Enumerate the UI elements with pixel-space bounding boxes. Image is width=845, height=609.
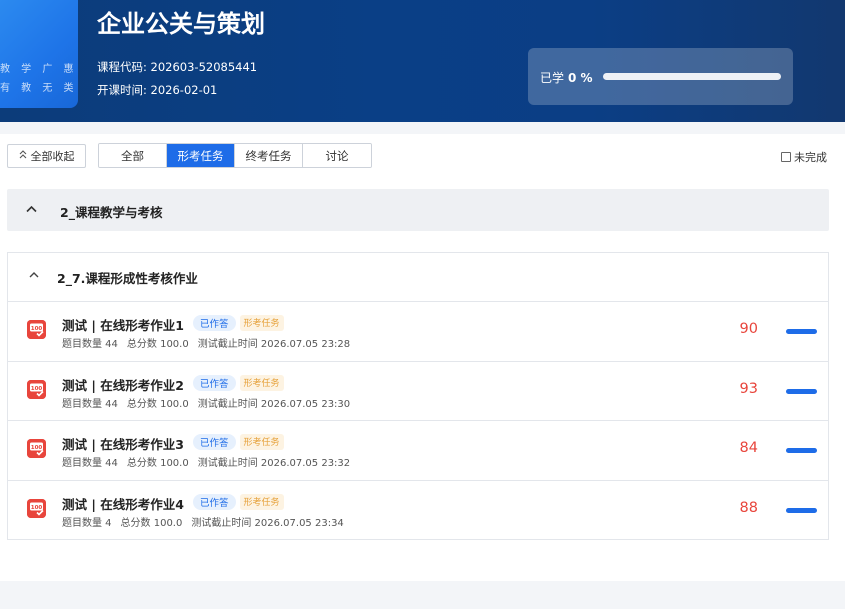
unfinished-filter[interactable]: 未完成	[781, 149, 827, 165]
svg-text:100: 100	[31, 326, 43, 332]
type-badge: 形考任务	[239, 434, 284, 450]
double-chevron-up-icon	[19, 150, 27, 162]
progress-bar	[603, 73, 781, 80]
task-title[interactable]: 测试 | 在线形考作业1	[62, 315, 184, 334]
quiz-100-icon: 100	[27, 320, 46, 339]
task-badges: 已作答 形考任务	[193, 315, 284, 331]
deadline: 测试截止时间 2026.07.05 23:30	[197, 398, 351, 410]
task-type-tabs: 全部 形考任务 终考任务 讨论	[98, 143, 372, 168]
quiz-100-icon: 100	[27, 498, 46, 518]
task-meta: 题目数量 4 总分数 100.0 测试截止时间 2026.07.05 23:34	[62, 514, 344, 529]
task-title[interactable]: 测试 | 在线形考作业3	[62, 434, 184, 453]
svg-text:100: 100	[31, 505, 43, 511]
content-panel: 全部收起 全部 形考任务 终考任务 讨论 未完成 2_课程教学与考核 2_7.课…	[0, 134, 845, 581]
course-code: 课程代码: 202603-52085441	[97, 60, 258, 74]
progress-label: 已学 0 %	[540, 69, 593, 86]
quiz-100-icon: 100	[27, 439, 46, 458]
task-score: 88	[739, 499, 758, 516]
question-count: 题目数量 4	[62, 517, 112, 529]
task-badges: 已作答 形考任务	[193, 434, 284, 450]
cover-text-line1: 教 学 广 惠	[0, 64, 78, 75]
task-row[interactable]: 100 测试 | 在线形考作业4 已作答 形考任务 题目数量 4 总分数 100.…	[8, 481, 828, 541]
score-bar	[786, 507, 817, 513]
score-bar	[786, 448, 817, 453]
section-title: 2_课程教学与考核	[60, 205, 163, 220]
tab-all[interactable]: 全部	[99, 144, 167, 167]
total-score: 总分数 100.0	[126, 398, 189, 410]
course-title: 企业公关与策划	[97, 10, 265, 38]
chevron-up-icon	[29, 270, 39, 281]
total-score: 总分数 100.0	[120, 517, 183, 529]
course-banner: 教 学 广 惠 有 教 无 类 企业公关与策划 课程代码: 202603-520…	[0, 0, 845, 122]
task-list: 100 测试 | 在线形考作业1 已作答 形考任务 题目数量 44 总分数 100…	[8, 302, 828, 540]
question-count: 题目数量 44	[62, 458, 118, 469]
question-count: 题目数量 44	[62, 398, 118, 410]
subsection-header[interactable]: 2_7.课程形成性考核作业	[8, 253, 828, 302]
task-badges: 已作答 形考任务	[193, 374, 284, 391]
total-score: 总分数 100.0	[126, 339, 189, 350]
status-badge: 已作答	[193, 434, 236, 450]
cover-text-line2: 有 教 无 类	[0, 83, 78, 94]
tab-formative-tasks[interactable]: 形考任务	[167, 144, 235, 167]
subsection-box: 2_7.课程形成性考核作业 100 测试 | 在线形考作业1 已作答 形考任务 …	[7, 252, 829, 540]
status-badge: 已作答	[193, 493, 236, 510]
progress-value: 0 %	[568, 71, 593, 85]
task-row[interactable]: 100 测试 | 在线形考作业2 已作答 形考任务 题目数量 44 总分数 100…	[8, 362, 828, 421]
task-score: 84	[739, 440, 758, 456]
collapse-all-label: 全部收起	[30, 150, 75, 163]
task-score: 93	[739, 380, 758, 397]
progress-label-text: 已学	[540, 71, 565, 85]
score-bar	[786, 388, 817, 394]
course-cover-image: 教 学 广 惠 有 教 无 类	[0, 0, 78, 108]
total-score: 总分数 100.0	[126, 458, 189, 469]
deadline: 测试截止时间 2026.07.05 23:34	[191, 517, 344, 529]
quiz-100-icon: 100	[27, 379, 46, 399]
task-title[interactable]: 测试 | 在线形考作业4	[62, 494, 184, 513]
learning-progress-card: 已学 0 %	[528, 48, 793, 105]
status-badge: 已作答	[193, 374, 236, 391]
subsection-title: 2_7.课程形成性考核作业	[57, 271, 198, 286]
status-badge: 已作答	[193, 315, 236, 331]
deadline: 测试截止时间 2026.07.05 23:32	[197, 458, 351, 469]
deadline: 测试截止时间 2026.07.05 23:28	[197, 339, 351, 350]
score-bar	[786, 329, 817, 334]
task-meta: 题目数量 44 总分数 100.0 测试截止时间 2026.07.05 23:30	[62, 395, 350, 410]
chevron-up-icon	[26, 203, 37, 216]
course-start-time: 开课时间: 2026-02-01	[97, 83, 218, 97]
unfinished-checkbox[interactable]	[781, 152, 791, 162]
task-title[interactable]: 测试 | 在线形考作业2	[62, 375, 184, 394]
svg-text:100: 100	[31, 445, 43, 451]
task-badges: 已作答 形考任务	[193, 493, 284, 510]
task-meta: 题目数量 44 总分数 100.0 测试截止时间 2026.07.05 23:28	[62, 335, 350, 350]
question-count: 题目数量 44	[62, 339, 118, 350]
task-score: 90	[739, 321, 758, 337]
type-badge: 形考任务	[239, 374, 284, 391]
task-row[interactable]: 100 测试 | 在线形考作业1 已作答 形考任务 题目数量 44 总分数 100…	[8, 302, 828, 362]
task-row[interactable]: 100 测试 | 在线形考作业3 已作答 形考任务 题目数量 44 总分数 100…	[8, 421, 828, 481]
type-badge: 形考任务	[239, 315, 284, 331]
tab-discussion[interactable]: 讨论	[303, 144, 371, 167]
collapse-all-button[interactable]: 全部收起	[7, 144, 86, 168]
tab-final-tasks[interactable]: 终考任务	[235, 144, 303, 167]
svg-text:100: 100	[31, 386, 43, 392]
unfinished-label: 未完成	[794, 151, 827, 164]
type-badge: 形考任务	[239, 493, 284, 510]
task-meta: 题目数量 44 总分数 100.0 测试截止时间 2026.07.05 23:32	[62, 454, 350, 469]
section-header[interactable]: 2_课程教学与考核	[7, 189, 829, 231]
